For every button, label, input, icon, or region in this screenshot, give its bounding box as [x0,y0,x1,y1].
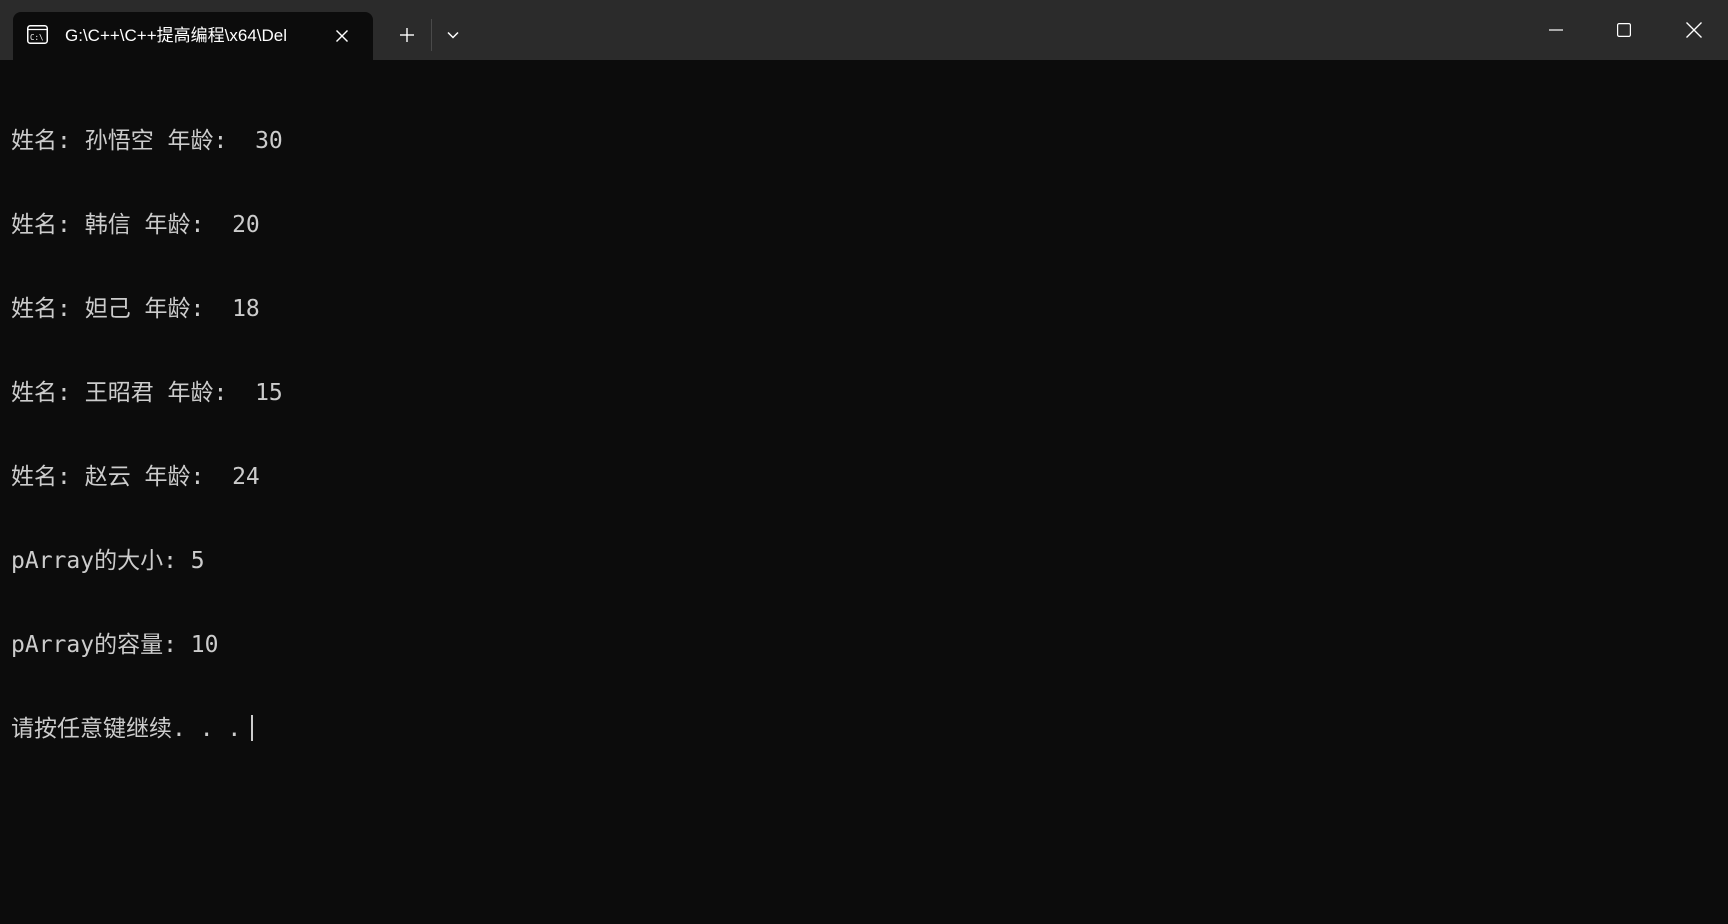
console-line: 姓名: 妲己 年龄: 18 [11,296,260,322]
console-line: 姓名: 孙悟空 年龄: 30 [11,128,283,154]
tab-title: G:\C++\C++提高编程\x64\Del [65,26,288,45]
console-line: pArray的容量: 10 [11,632,219,658]
console-icon: C:\ [27,25,48,44]
console-output[interactable]: 姓名: 孙悟空 年龄: 30 姓名: 韩信 年龄: 20 姓名: 妲己 年龄: … [0,60,1728,924]
chevron-down-icon[interactable] [438,22,468,48]
terminal-tab[interactable]: C:\ G:\C++\C++提高编程\x64\Del [13,12,373,60]
console-prompt: 请按任意键继续. . . [11,716,242,742]
close-icon[interactable] [1660,0,1728,60]
console-line: 姓名: 王昭君 年龄: 15 [11,380,283,406]
tab-close-icon[interactable] [331,25,353,47]
new-tab-plus-icon[interactable] [392,22,422,48]
tab-separator [431,19,432,51]
console-line: 姓名: 韩信 年龄: 20 [11,212,260,238]
terminal-window: C:\ G:\C++\C++提高编程\x64\Del 姓名: 孙悟空 年龄: 3… [0,0,1728,924]
console-line: 姓名: 赵云 年龄: 24 [11,464,260,490]
console-line: pArray的大小: 5 [11,548,205,574]
minimize-icon[interactable] [1522,0,1590,60]
text-cursor [251,715,254,741]
title-bar[interactable]: C:\ G:\C++\C++提高编程\x64\Del [0,0,1728,60]
console-prompt-line: 请按任意键继续. . . [11,715,1728,743]
svg-text:C:\: C:\ [30,33,44,42]
maximize-icon[interactable] [1590,0,1658,60]
